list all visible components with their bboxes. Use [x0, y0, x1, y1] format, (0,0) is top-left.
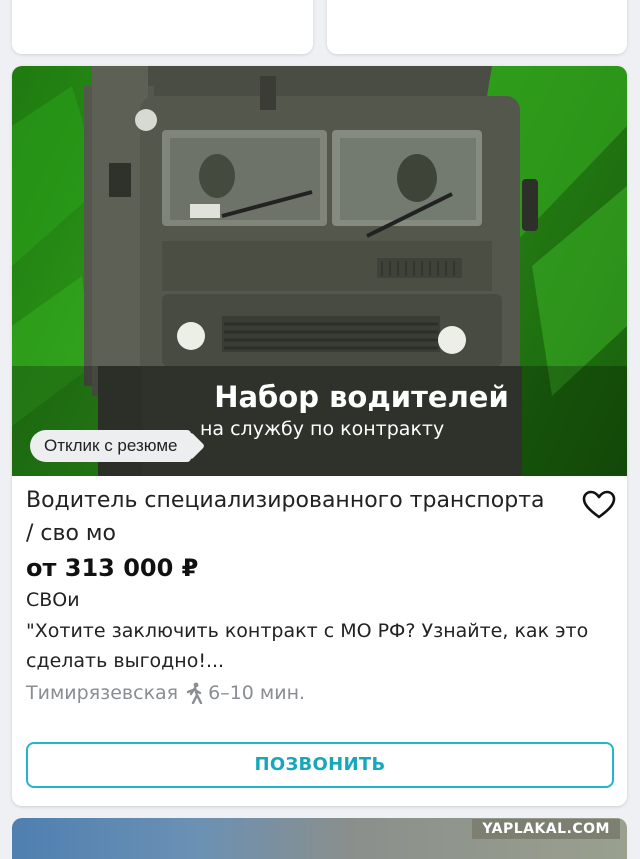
salary: от 313 000 ₽ — [26, 554, 199, 582]
metro-station: Тимирязевская — [26, 682, 179, 704]
previous-card-left[interactable] — [12, 0, 313, 54]
vacancy-description: "Хотите заключить контракт с МО РФ? Узна… — [26, 620, 589, 672]
vacancy-details: Водитель специализированного транспорта … — [26, 484, 616, 706]
call-button[interactable]: ПОЗВОНИТЬ — [26, 742, 614, 788]
metro-info: Тимирязевская 6–10 мин. — [26, 680, 616, 706]
company-name[interactable]: СВОи — [26, 588, 616, 612]
hero-subtitle: на службу по контракту — [200, 418, 445, 440]
previous-card-right[interactable] — [327, 0, 627, 54]
vacancy-image[interactable]: Набор водителей на службу по контракту О… — [12, 66, 627, 476]
watermark: YAPLAKAL.COM — [472, 819, 620, 839]
resume-badge: Отклик с резюме — [30, 430, 192, 462]
travel-time: 6–10 мин. — [208, 682, 306, 704]
vacancy-card[interactable]: Набор водителей на службу по контракту О… — [12, 66, 627, 806]
truncated-text — [367, 0, 547, 2]
heart-outline-icon[interactable] — [582, 490, 616, 520]
truck-illustration — [12, 66, 627, 476]
vacancy-title[interactable]: Водитель специализированного транспорта … — [26, 484, 546, 550]
hero-title: Набор водителей — [214, 380, 509, 414]
truncated-text — [52, 0, 232, 2]
walking-person-icon — [186, 682, 203, 704]
